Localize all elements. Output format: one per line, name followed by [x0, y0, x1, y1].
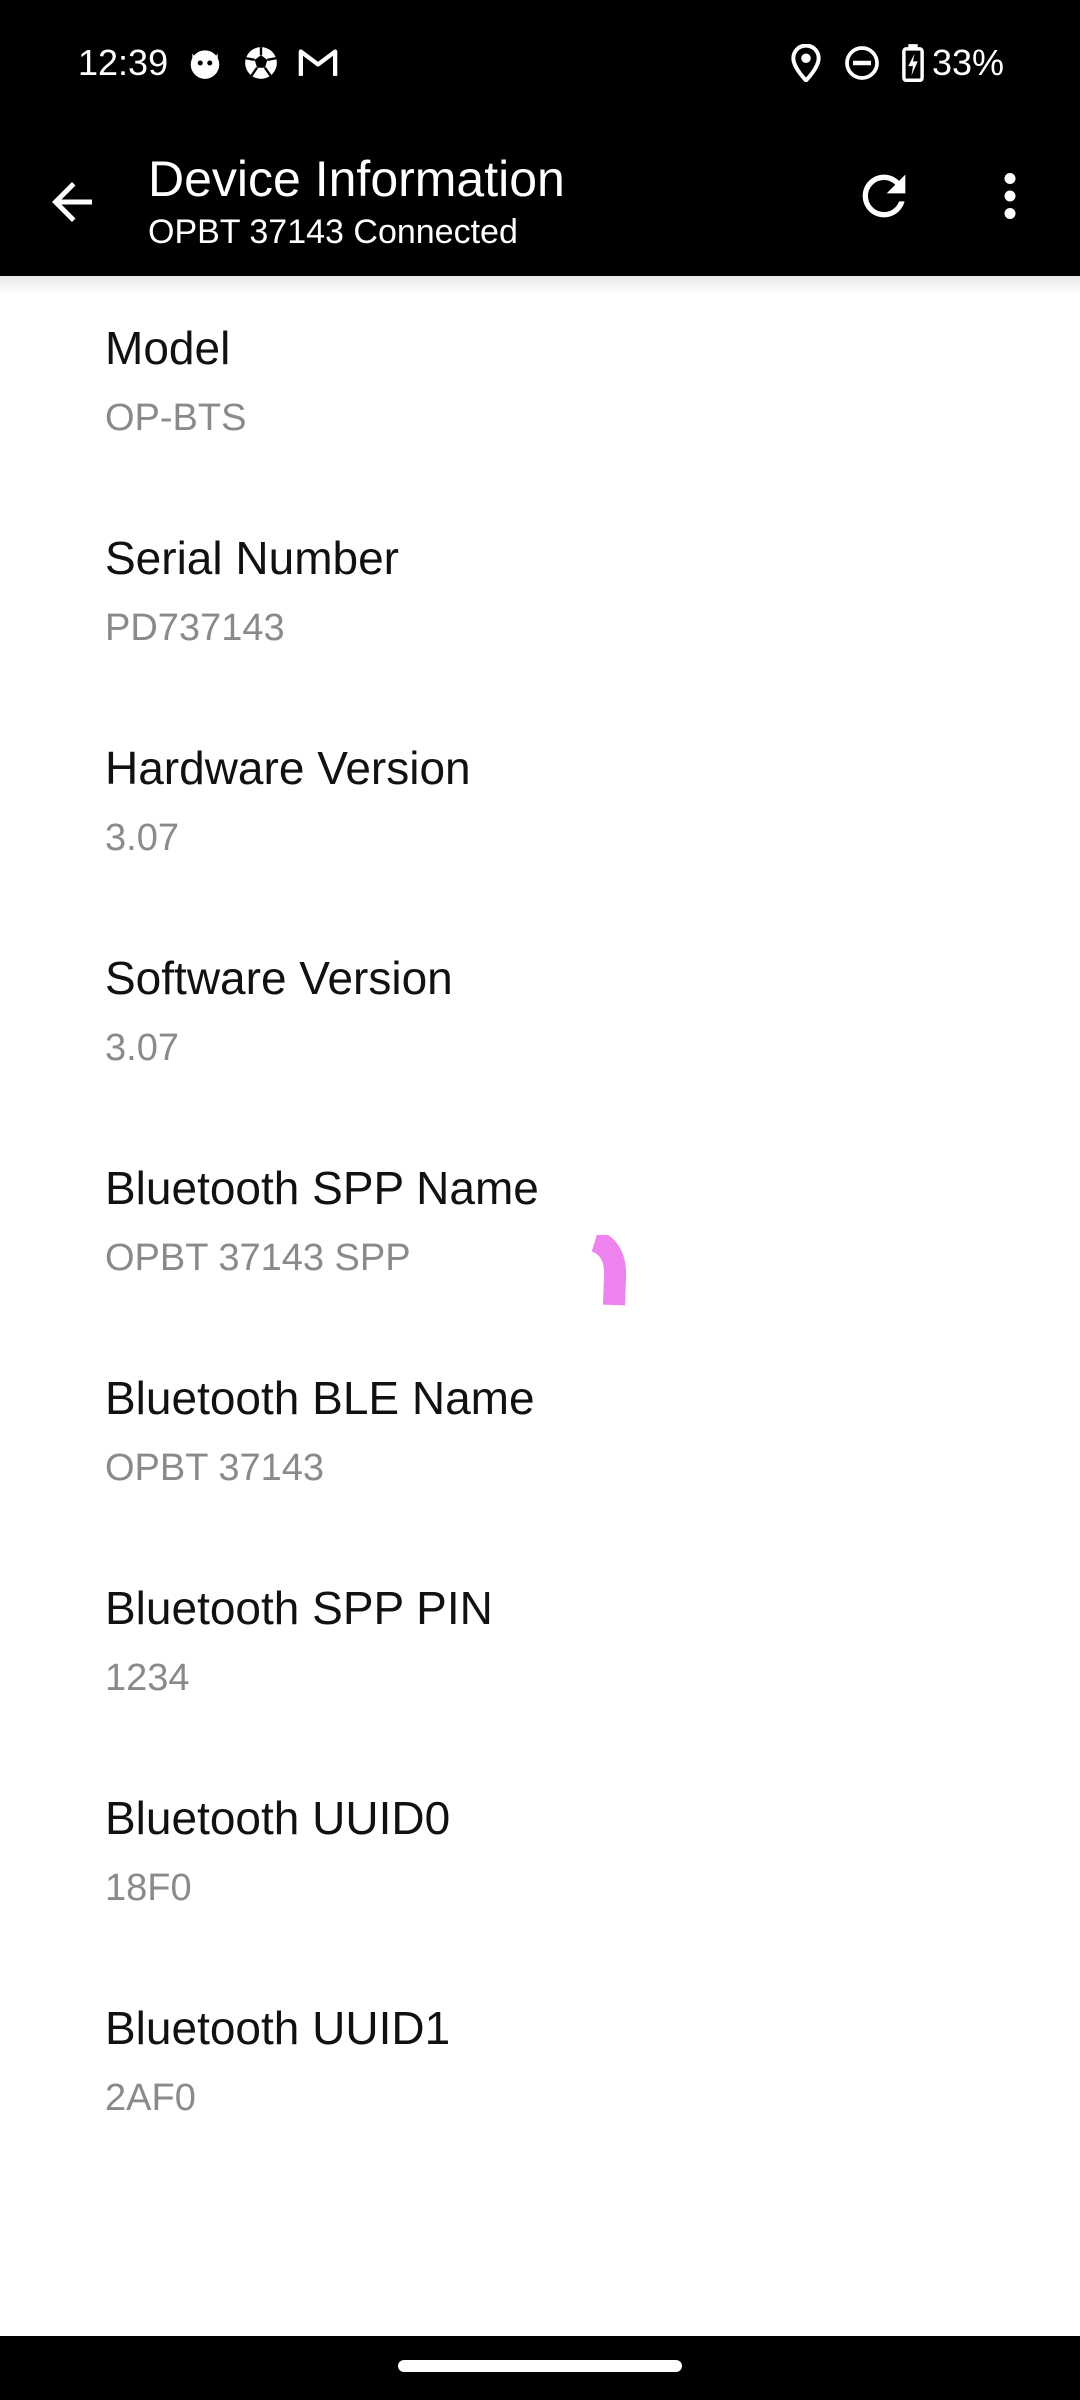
app-bar-titles: Device Information OPBT 37143 Connected [148, 148, 565, 254]
do-not-disturb-icon [844, 45, 880, 81]
clock: 12:39 [78, 42, 169, 83]
item-title: Bluetooth BLE Name [105, 1372, 535, 1424]
info-item-bluetooth-spp-name[interactable]: Bluetooth SPP Name OPBT 37143 SPP [0, 1116, 1080, 1326]
more-options-button[interactable] [974, 160, 1046, 232]
gmail-icon [298, 46, 338, 80]
item-title: Serial Number [105, 532, 399, 584]
gesture-nav-bar [0, 2336, 1080, 2400]
status-bar: 12:39 33% [0, 0, 1080, 130]
item-value: 2AF0 [105, 2077, 196, 2119]
page-title: Device Information [148, 151, 565, 207]
item-value: 1234 [105, 1657, 190, 1699]
info-item-bluetooth-uuid1[interactable]: Bluetooth UUID1 2AF0 [0, 1956, 1080, 2166]
item-title: Software Version [105, 952, 453, 1004]
cat-face-icon [186, 44, 224, 82]
loading-spinner-icon [590, 1235, 627, 1306]
battery-charging-icon [902, 44, 924, 82]
location-pin-icon [790, 44, 822, 82]
home-gesture-handle[interactable] [398, 2360, 682, 2372]
info-item-bluetooth-ble-name[interactable]: Bluetooth BLE Name OPBT 37143 [0, 1326, 1080, 1536]
battery-percent: 33% [931, 42, 1004, 83]
item-value: 3.07 [105, 817, 179, 859]
more-vert-icon [1004, 173, 1016, 219]
info-item-model[interactable]: Model OP-BTS [0, 276, 1080, 486]
connection-status: OPBT 37143 Connected [148, 213, 518, 251]
item-title: Bluetooth SPP PIN [105, 1582, 493, 1634]
status-left: 12:39 [78, 42, 338, 84]
item-value: OPBT 37143 [105, 1447, 325, 1489]
refresh-button[interactable] [848, 160, 920, 232]
device-info-list: Model OP-BTS Serial Number PD737143 Hard… [0, 276, 1080, 2166]
item-value: OP-BTS [105, 397, 247, 439]
item-title: Hardware Version [105, 742, 471, 794]
item-value: 3.07 [105, 1027, 179, 1069]
back-button[interactable] [36, 166, 108, 238]
info-item-serial-number[interactable]: Serial Number PD737143 [0, 486, 1080, 696]
arrow-back-icon [52, 182, 92, 222]
info-item-hardware-version[interactable]: Hardware Version 3.07 [0, 696, 1080, 906]
soccer-ball-icon [242, 44, 280, 82]
item-title: Model [105, 322, 231, 374]
info-item-software-version[interactable]: Software Version 3.07 [0, 906, 1080, 1116]
info-item-bluetooth-spp-pin[interactable]: Bluetooth SPP PIN 1234 [0, 1536, 1080, 1746]
item-title: Bluetooth UUID1 [105, 2002, 451, 2054]
refresh-icon [862, 174, 906, 218]
item-value: OPBT 37143 SPP [105, 1237, 411, 1279]
item-title: Bluetooth SPP Name [105, 1162, 539, 1214]
item-value: 18F0 [105, 1867, 192, 1909]
status-right: 33% [790, 42, 1004, 84]
info-item-bluetooth-uuid0[interactable]: Bluetooth UUID0 18F0 [0, 1746, 1080, 1956]
item-value: PD737143 [105, 607, 285, 649]
item-title: Bluetooth UUID0 [105, 1792, 451, 1844]
app-bar: Device Information OPBT 37143 Connected [0, 130, 1080, 276]
